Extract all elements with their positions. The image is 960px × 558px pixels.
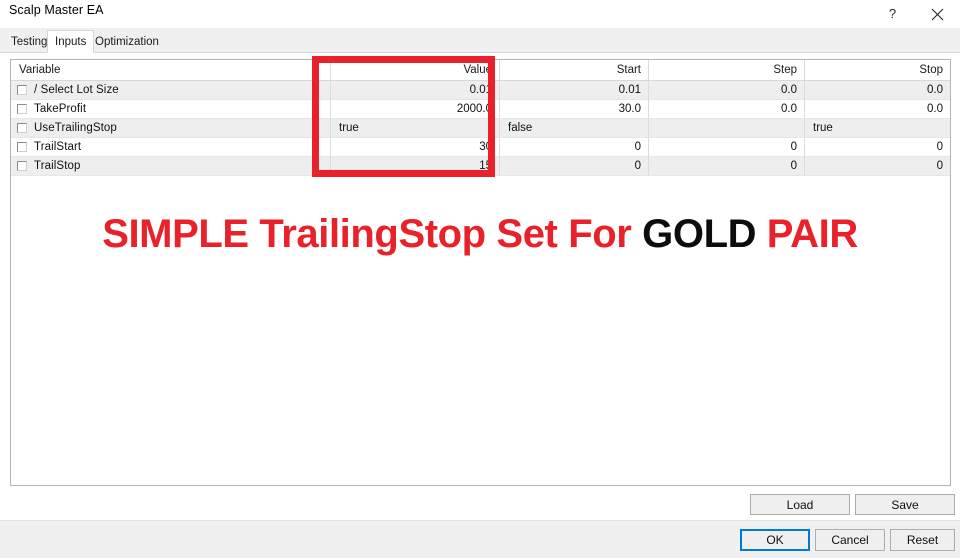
column-header-start[interactable]: Start [499, 60, 648, 80]
tab-optimization-label: Optimization [95, 35, 159, 48]
start-cell[interactable]: 0.01 [499, 81, 648, 99]
save-button[interactable]: Save [855, 494, 955, 515]
row-checkbox[interactable] [17, 85, 27, 95]
start-cell[interactable]: false [499, 119, 648, 137]
step-cell[interactable]: 0 [648, 138, 804, 156]
load-button[interactable]: Load [750, 494, 850, 515]
stop-cell[interactable]: 0.0 [804, 81, 950, 99]
value-cell[interactable]: 30 [330, 138, 499, 156]
reset-button-label: Reset [906, 533, 939, 547]
column-header-value[interactable]: Value [330, 60, 499, 80]
column-header-step[interactable]: Step [648, 60, 804, 80]
table-row[interactable]: TakeProfit 2000.0 30.0 0.0 0.0 [11, 100, 950, 119]
headline-part-gold: GOLD [642, 212, 757, 256]
table-row[interactable]: UseTrailingStop true false true [11, 119, 950, 138]
reset-button[interactable]: Reset [890, 529, 955, 551]
column-header-stop[interactable]: Stop [804, 60, 950, 80]
tab-inputs[interactable]: Inputs [47, 30, 95, 53]
row-checkbox[interactable] [17, 142, 27, 152]
window-title: Scalp Master EA [9, 3, 104, 17]
start-cell[interactable]: 30.0 [499, 100, 648, 118]
load-button-label: Load [786, 497, 814, 512]
value-cell[interactable]: 15 [330, 157, 499, 175]
start-cell[interactable]: 0 [499, 157, 648, 175]
value-cell[interactable]: true [330, 119, 499, 137]
svg-text:?: ? [889, 7, 896, 21]
start-cell[interactable]: 0 [499, 138, 648, 156]
cancel-button-label: Cancel [831, 533, 869, 547]
close-icon[interactable] [915, 0, 960, 28]
inputs-panel: Variable Value Start Step Stop / Select … [10, 59, 951, 486]
row-checkbox[interactable] [17, 123, 27, 133]
variable-cell[interactable]: TrailStop [11, 157, 330, 175]
ok-button-label: OK [766, 533, 784, 547]
headline-part-3: PAIR [756, 212, 858, 256]
step-cell[interactable] [648, 119, 804, 137]
variable-cell[interactable]: TakeProfit [11, 100, 330, 118]
variable-name: TrailStop [34, 160, 81, 172]
stop-cell[interactable]: 0.0 [804, 100, 950, 118]
row-checkbox[interactable] [17, 104, 27, 114]
column-header-variable[interactable]: Variable [11, 60, 330, 80]
stop-cell[interactable]: 0 [804, 157, 950, 175]
inputs-table: Variable Value Start Step Stop / Select … [11, 60, 950, 176]
step-cell[interactable]: 0 [648, 157, 804, 175]
step-cell[interactable]: 0.0 [648, 81, 804, 99]
dialog-window: Scalp Master EA ? Testing Inputs Optimiz… [0, 0, 960, 558]
tab-strip: Testing Inputs Optimization [0, 28, 960, 53]
value-cell[interactable]: 0.01 [330, 81, 499, 99]
save-button-label: Save [891, 497, 919, 512]
table-row[interactable]: TrailStop 15 0 0 0 [11, 157, 950, 176]
stop-cell[interactable]: true [804, 119, 950, 137]
variable-cell[interactable]: / Select Lot Size [11, 81, 330, 99]
tab-optimization[interactable]: Optimization [88, 31, 166, 52]
cancel-button[interactable]: Cancel [815, 529, 885, 551]
table-header-row: Variable Value Start Step Stop [11, 60, 950, 81]
variable-name: UseTrailingStop [34, 122, 117, 134]
table-row[interactable]: TrailStart 30 0 0 0 [11, 138, 950, 157]
question-mark-icon[interactable]: ? [870, 0, 915, 28]
variable-name: TakeProfit [34, 103, 87, 115]
variable-cell[interactable]: TrailStart [11, 138, 330, 156]
tab-inputs-label: Inputs [55, 35, 87, 48]
table-row[interactable]: / Select Lot Size 0.01 0.01 0.0 0.0 [11, 81, 950, 100]
stop-cell[interactable]: 0 [804, 138, 950, 156]
row-checkbox[interactable] [17, 161, 27, 171]
variable-name: / Select Lot Size [34, 84, 119, 96]
titlebar-button-group: ? [870, 0, 960, 28]
tab-testing-label: Testing [11, 35, 48, 48]
step-cell[interactable]: 0.0 [648, 100, 804, 118]
annotation-headline: SIMPLE TrailingStop Set For GOLD PAIR [0, 212, 960, 257]
ok-button[interactable]: OK [740, 529, 810, 551]
value-cell[interactable]: 2000.0 [330, 100, 499, 118]
headline-part-1: SIMPLE TrailingStop Set For [102, 212, 643, 256]
title-bar: Scalp Master EA ? [0, 0, 960, 28]
variable-cell[interactable]: UseTrailingStop [11, 119, 330, 137]
variable-name: TrailStart [34, 141, 82, 153]
